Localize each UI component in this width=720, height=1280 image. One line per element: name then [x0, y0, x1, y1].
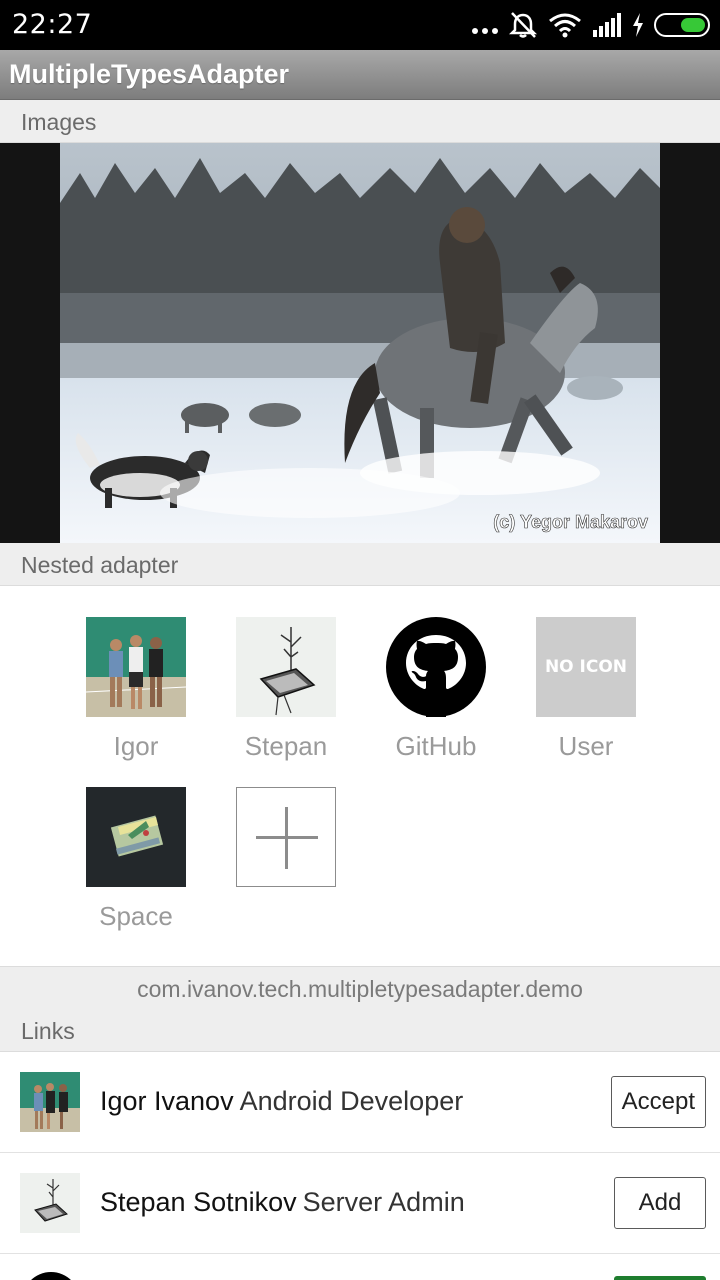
clock: 22:27	[12, 9, 93, 40]
section-header-links: Links	[0, 1009, 720, 1052]
nested-adapter-grid: Igor Stepan GitHub NO ICON User Space	[0, 586, 720, 966]
accept-button[interactable]: Accept	[610, 1076, 706, 1128]
section-title-links: Links	[21, 1018, 75, 1044]
status-bar: 22:27	[0, 0, 720, 50]
action-button-partial[interactable]	[614, 1276, 706, 1280]
contact-name-text: Igor Ivanov	[100, 1086, 234, 1116]
contact-name: Igor Ivanov Android Developer	[100, 1086, 463, 1117]
wifi-icon	[549, 13, 581, 38]
image-frame: (c) Yegor Makarov	[0, 143, 720, 543]
grid-item-label: Igor	[113, 731, 159, 761]
contact-role: Android Developer	[239, 1086, 464, 1116]
grid-item-space[interactable]: Space	[86, 787, 186, 932]
more-dots-icon	[472, 10, 498, 40]
section-header-images: Images	[0, 100, 720, 143]
contact-role: Server Admin	[302, 1187, 465, 1217]
app-title: MultipleTypesAdapter	[9, 59, 290, 89]
contact-name: Stepan Sotnikov Server Admin	[100, 1187, 465, 1218]
list-item-stepan-sotnikov[interactable]: Stepan Sotnikov Server Admin Add	[0, 1153, 720, 1254]
space-badge-thumbnail	[86, 787, 186, 887]
avatar	[20, 1173, 80, 1233]
grid-item-user[interactable]: NO ICON User	[536, 617, 636, 762]
app-bar: MultipleTypesAdapter	[0, 50, 720, 100]
contact-name-text: Stepan Sotnikov	[100, 1187, 297, 1217]
section-title-nested: Nested adapter	[21, 552, 179, 578]
grid-item-label: User	[558, 731, 614, 761]
grid-item-stepan[interactable]: Stepan	[236, 617, 336, 762]
list-item-igor-ivanov[interactable]: Igor Ivanov Android Developer Accept	[0, 1052, 720, 1153]
no-icon-placeholder: NO ICON	[536, 617, 636, 717]
grid-item-igor[interactable]: Igor	[86, 617, 186, 762]
mute-bell-icon	[508, 12, 538, 38]
grid-item-label: Space	[99, 901, 173, 931]
battery-icon	[654, 13, 710, 37]
grid-item-github[interactable]: GitHub	[386, 617, 486, 762]
section-header-nested: Nested adapter	[0, 543, 720, 586]
signal-icon	[593, 13, 621, 37]
avatar	[20, 1072, 80, 1132]
no-icon-text: NO ICON	[544, 657, 628, 677]
section-title-images: Images	[21, 109, 97, 135]
winter-horse-photo[interactable]: (c) Yegor Makarov	[60, 143, 660, 543]
stepan-sketch-thumbnail	[236, 617, 336, 717]
grid-add-button[interactable]	[236, 787, 336, 887]
plus-icon	[236, 787, 336, 887]
add-button[interactable]: Add	[614, 1177, 706, 1229]
grid-item-label: GitHub	[395, 731, 477, 761]
github-avatar-partial	[22, 1272, 80, 1280]
charging-bolt-icon	[633, 13, 643, 37]
photo-watermark: (c) Yegor Makarov	[493, 512, 648, 532]
package-name: com.ivanov.tech.multipletypesadapter.dem…	[137, 976, 583, 1002]
package-name-bar: com.ivanov.tech.multipletypesadapter.dem…	[0, 966, 720, 1009]
igor-photo-thumbnail	[86, 617, 186, 717]
status-icons	[472, 10, 710, 40]
grid-item-label: Stepan	[244, 731, 328, 761]
github-icon	[386, 617, 486, 717]
